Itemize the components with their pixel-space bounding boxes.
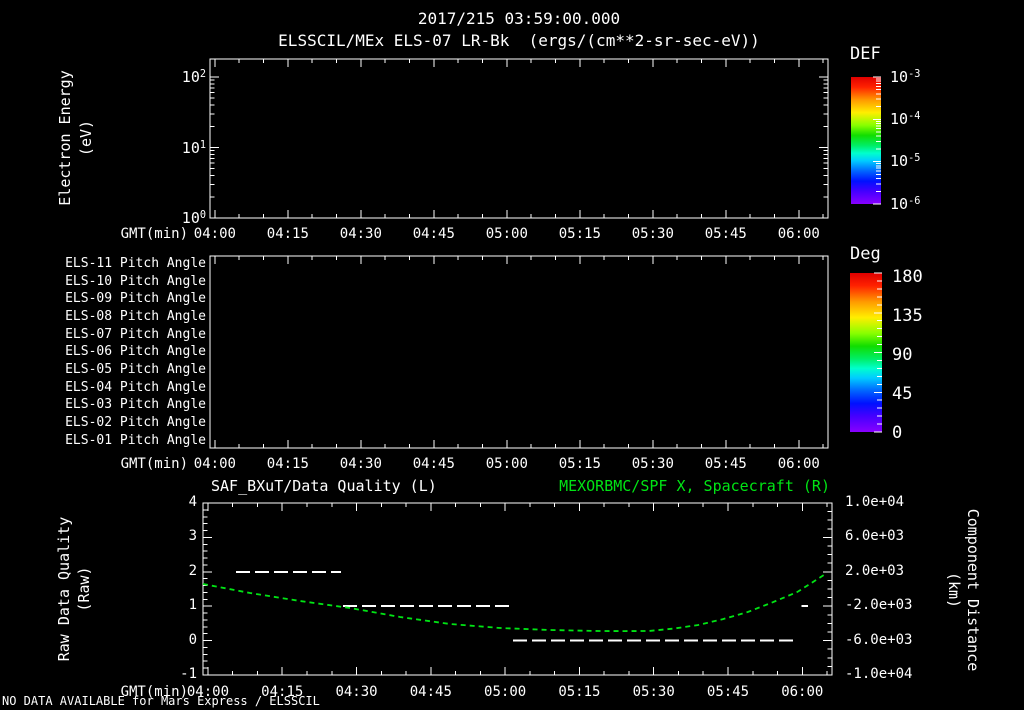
time-tick-label: 05:30 — [632, 684, 675, 700]
energy-axis-unit: (eV) — [77, 119, 95, 157]
energy-axis-label: Electron Energy — [56, 70, 74, 206]
energy-ytick-label: 101 — [181, 139, 206, 157]
time-tick-label: 04:45 — [412, 226, 455, 242]
deg-tick-label: 180 — [892, 267, 923, 287]
time-tick-label: 05:00 — [485, 226, 528, 242]
distance-axis-unit: (km) — [945, 571, 963, 609]
time-tick-label: 04:30 — [335, 684, 378, 700]
time-tick-label: 04:30 — [339, 456, 382, 472]
distance-ytick-label: 6.0e+03 — [845, 528, 905, 545]
quality-ytick-label: 2 — [188, 562, 197, 579]
time-tick-label: 05:15 — [558, 684, 601, 700]
time-tick-label: 05:15 — [558, 456, 601, 472]
pitch-row-label: ELS-01 Pitch Angle — [65, 432, 206, 448]
time-tick-label: 05:00 — [484, 684, 527, 700]
quality-ytick-label: 4 — [188, 494, 197, 510]
pitch-row-label: ELS-07 Pitch Angle — [65, 326, 206, 342]
pitch-row-label: ELS-09 Pitch Angle — [65, 291, 206, 307]
pitch-row-label: ELS-03 Pitch Angle — [65, 397, 206, 413]
time-tick-label: 05:45 — [704, 226, 747, 242]
deg-tick-label: 135 — [892, 306, 923, 326]
pitch-row-label: ELS-02 Pitch Angle — [65, 414, 206, 430]
time-tick-label: 06:00 — [781, 684, 824, 700]
time-tick-label: 04:00 — [193, 226, 236, 242]
quality-series-header: SAF_BXuT/Data Quality (L) — [211, 477, 437, 495]
deg-tick-label: 0 — [892, 423, 903, 443]
def-colorbar-title: DEF — [850, 44, 881, 64]
time-tick-label: 04:15 — [266, 226, 309, 242]
time-tick-label: 04:45 — [409, 684, 452, 700]
distance-ytick-label: -6.0e+03 — [845, 631, 913, 648]
deg-colorbar-title: Deg — [850, 244, 881, 264]
gmt-axis-label-1: GMT(min) — [120, 226, 188, 242]
energy-ytick-label: 100 — [181, 209, 206, 227]
pitch-row-label: ELS-06 Pitch Angle — [65, 344, 206, 360]
time-tick-label: 04:00 — [193, 456, 236, 472]
pitch-row-label: ELS-11 Pitch Angle — [65, 256, 206, 271]
deg-tick-label: 90 — [892, 345, 913, 365]
time-tick-label: 06:00 — [777, 226, 820, 242]
def-tick-label: 10-6 — [890, 195, 921, 213]
title-instrument: ELSSCIL/MEx ELS-07 LR-Bk (ergs/(cm**2-sr… — [278, 31, 760, 50]
time-tick-label: 04:30 — [339, 226, 382, 242]
distance-ytick-label: -1.0e+04 — [845, 666, 913, 682]
time-tick-label: 05:45 — [704, 456, 747, 472]
quality-axis-unit: (Raw) — [75, 566, 93, 612]
quality-axis-label: Raw Data Quality — [55, 516, 73, 662]
time-tick-label: 05:45 — [706, 684, 750, 700]
distance-axis-label: Component Distance — [964, 508, 982, 672]
time-tick-label: 05:30 — [631, 456, 674, 472]
pitch-row-label: ELS-04 Pitch Angle — [65, 379, 206, 395]
time-tick-label: 06:00 — [777, 456, 820, 472]
deg-tick-label: 45 — [892, 384, 913, 404]
def-tick-label: 10-5 — [890, 152, 921, 170]
pitch-row-label: ELS-05 Pitch Angle — [65, 361, 206, 377]
pitch-row-label: ELS-10 Pitch Angle — [65, 273, 206, 289]
plot-page: { "title": { "line1": "2017/215 03:59:00… — [0, 0, 1024, 708]
deg-colorbar — [850, 273, 882, 432]
time-tick-label: 05:00 — [485, 456, 528, 472]
gmt-axis-label-2: GMT(min) — [120, 456, 188, 472]
time-tick-label: 05:15 — [558, 226, 601, 242]
quality-ytick-label: 1 — [188, 597, 197, 614]
def-tick-label: 10-3 — [890, 68, 921, 86]
def-tick-label: 10-4 — [890, 110, 921, 128]
quality-ytick-label: 3 — [188, 528, 197, 545]
time-tick-label: 04:15 — [266, 456, 309, 472]
distance-series-header: MEXORBMC/SPF X, Spacecraft (R) — [559, 477, 830, 495]
def-colorbar — [851, 77, 881, 204]
distance-ytick-label: -2.0e+03 — [845, 597, 913, 614]
time-tick-label: 05:30 — [631, 226, 674, 242]
time-tick-label: 04:45 — [412, 456, 455, 472]
time-tick-label: 04:15 — [261, 684, 304, 700]
quality-ytick-label: -1 — [180, 666, 197, 682]
time-tick-label: 04:00 — [186, 684, 230, 700]
pitch-row-label: ELS-08 Pitch Angle — [65, 308, 206, 324]
energy-ytick-label: 102 — [181, 68, 206, 86]
distance-ytick-label: 1.0e+04 — [845, 494, 905, 510]
distance-ytick-label: 2.0e+03 — [845, 562, 905, 579]
title-date: 2017/215 03:59:00.000 — [417, 9, 621, 28]
quality-ytick-label: 0 — [188, 631, 197, 648]
